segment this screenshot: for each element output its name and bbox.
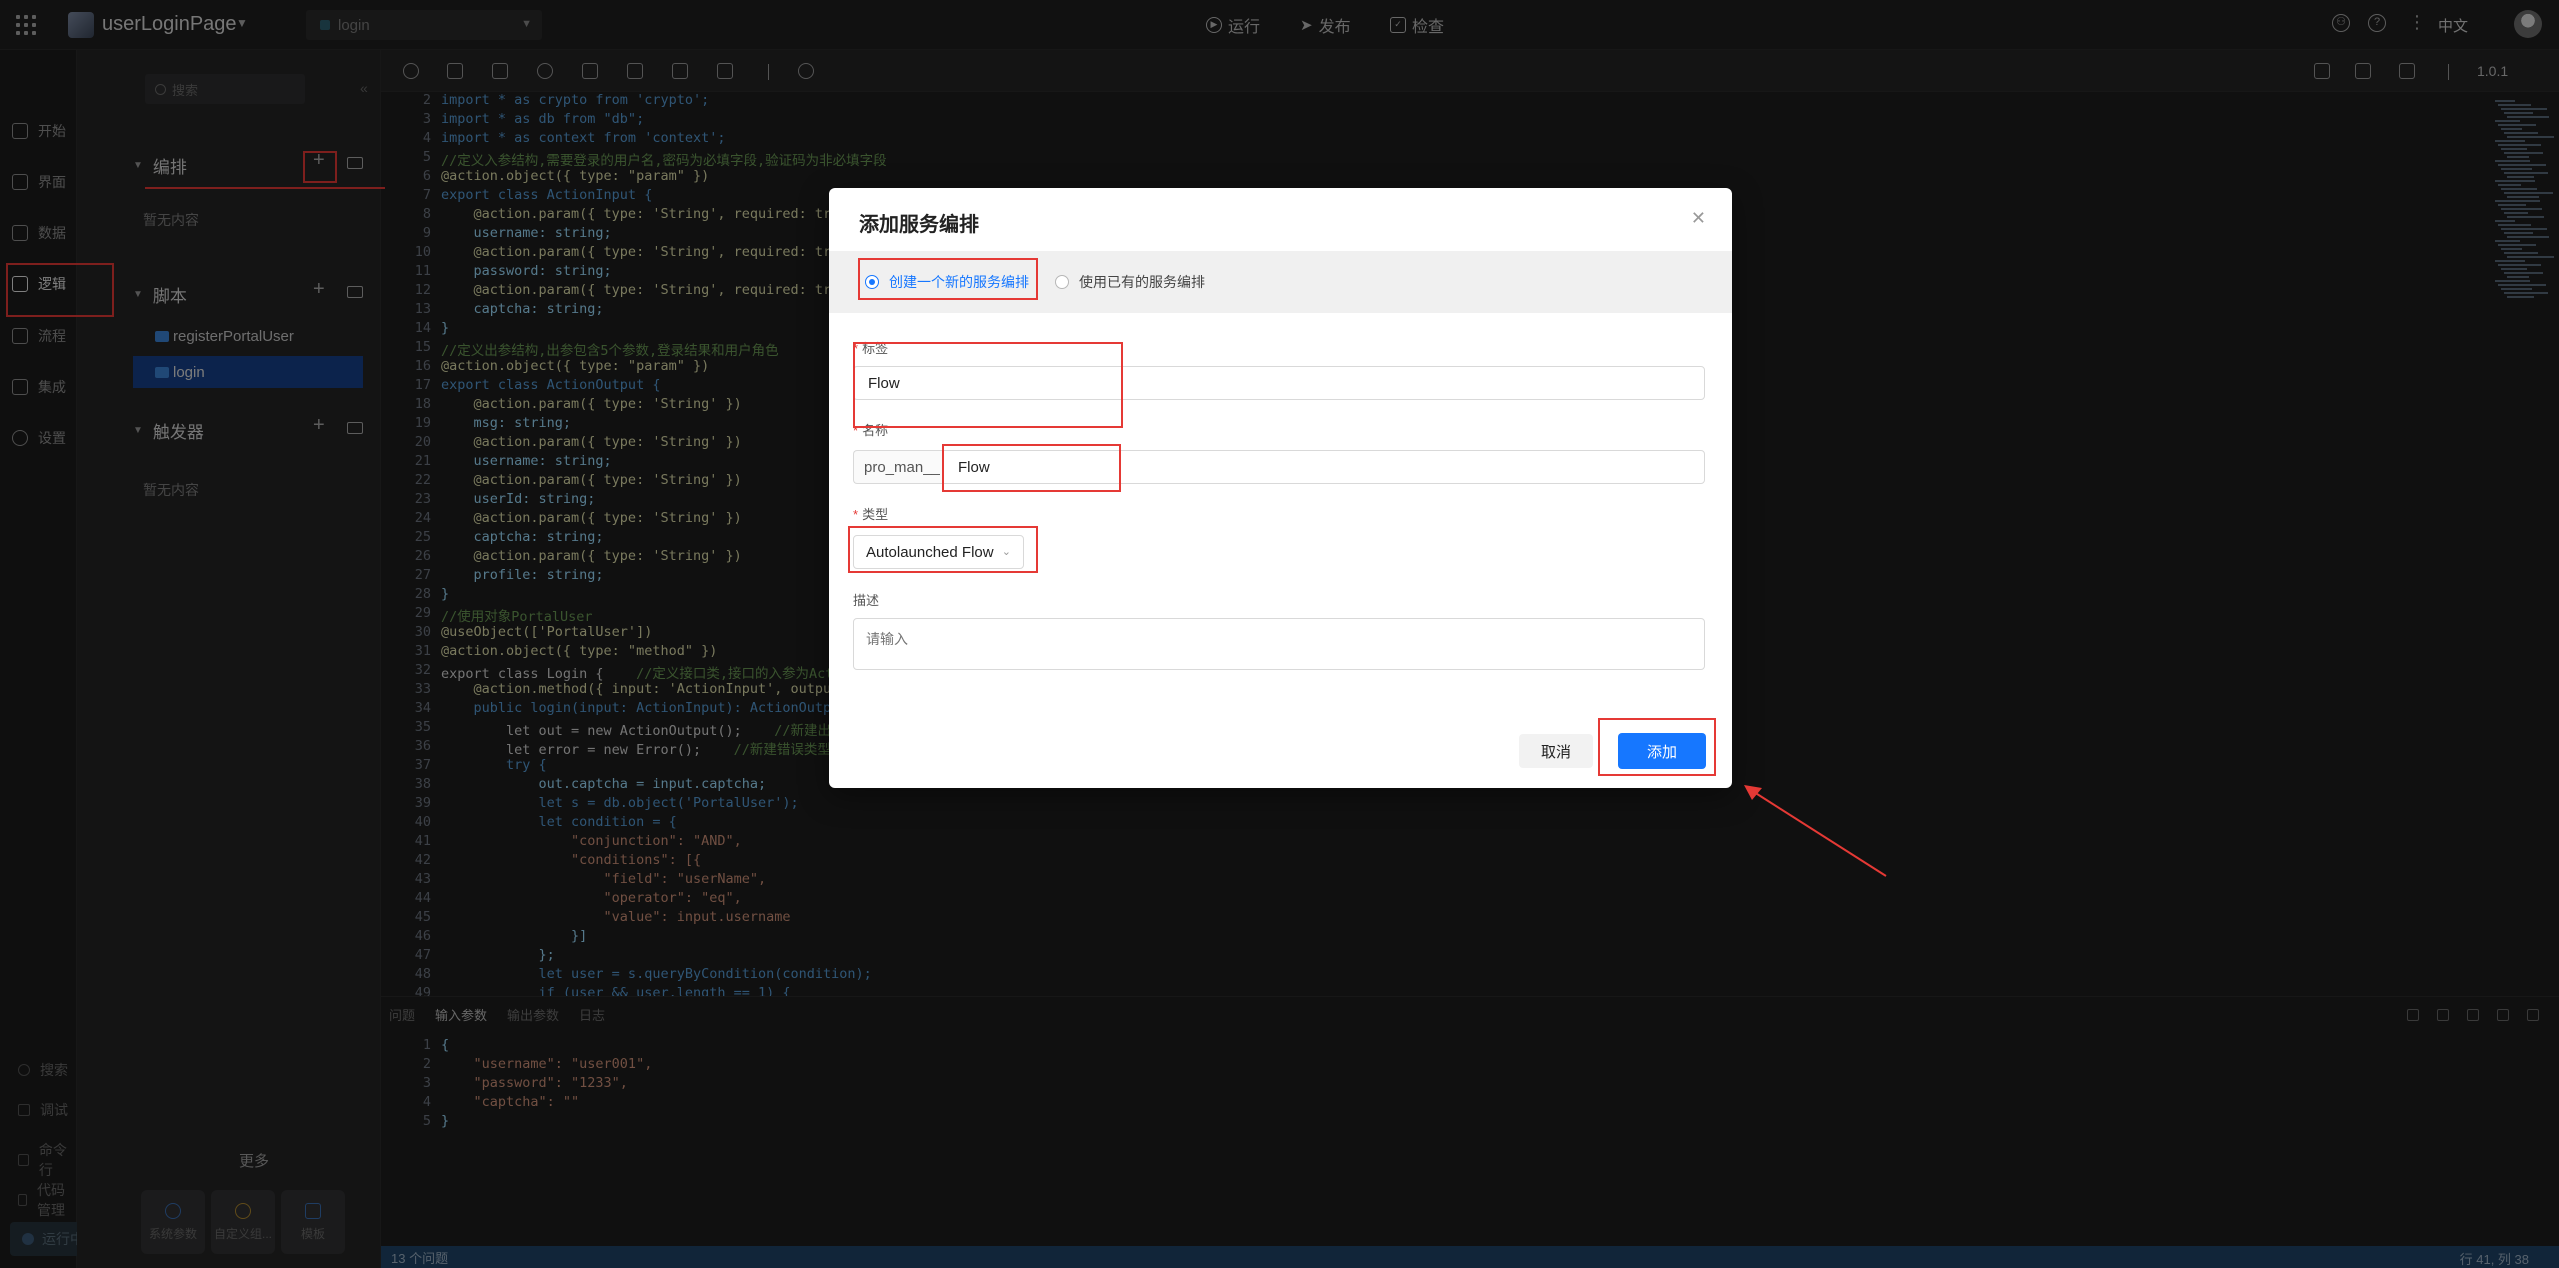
description-textarea[interactable] [853,618,1705,670]
radio-unchecked-icon [1055,275,1069,289]
name-input[interactable]: Flow [943,450,1705,484]
radio-create-new[interactable]: 创建一个新的服务编排 [865,272,1029,292]
radio-checked-icon [865,275,879,289]
type-select[interactable]: Autolaunched Flow ⌄ [853,535,1024,569]
radio-use-existing[interactable]: 使用已有的服务编排 [1055,272,1205,292]
annotation-arrow [1744,785,1887,877]
name-field-label: * 名称 [853,423,889,438]
type-field-label: * 类型 [853,507,889,522]
description-field-label: 描述 [853,593,880,608]
add-button[interactable]: 添加 [1618,733,1706,769]
mode-radio-group: 创建一个新的服务编排 使用已有的服务编排 [829,251,1732,313]
label-input[interactable]: Flow [853,366,1705,400]
close-icon[interactable]: ✕ [1691,208,1706,229]
chevron-down-icon: ⌄ [1001,546,1011,558]
name-prefix: pro_man__ [853,450,943,484]
cancel-button[interactable]: 取消 [1519,734,1593,768]
label-field-label: * 标签 [853,341,889,356]
add-orchestration-dialog: 添加服务编排 ✕ 创建一个新的服务编排 使用已有的服务编排 * 标签 Flow *… [829,188,1732,788]
dialog-title: 添加服务编排 [859,214,979,236]
